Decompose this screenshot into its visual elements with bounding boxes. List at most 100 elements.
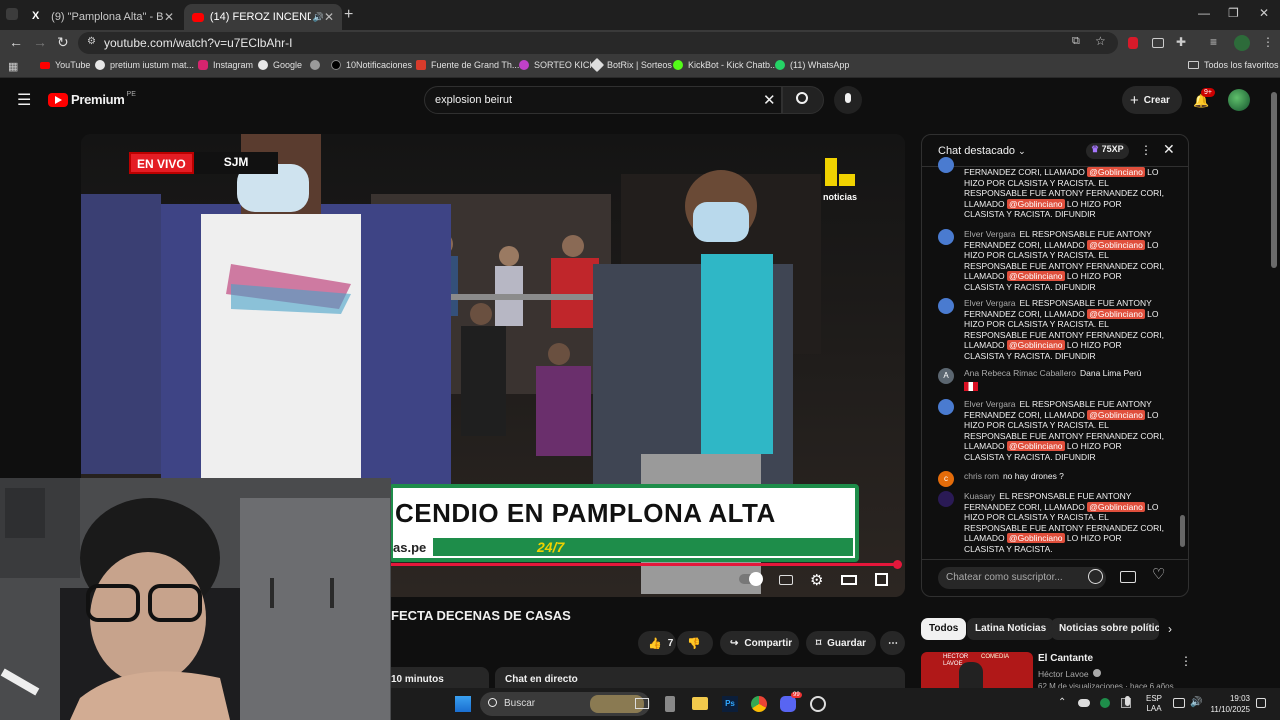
- windows-start-icon[interactable]: [455, 696, 471, 712]
- chat-author[interactable]: chris rom: [964, 471, 999, 481]
- bookmark-google[interactable]: Google: [258, 60, 302, 70]
- recommended-channel[interactable]: Héctor Lavoe: [1038, 669, 1101, 679]
- youtube-premium-logo[interactable]: Premium PE: [48, 91, 136, 107]
- chat-author[interactable]: Kuasary: [964, 491, 995, 501]
- emoji-icon[interactable]: [1088, 569, 1103, 584]
- bookmark-pretium[interactable]: pretium iustum mat...: [95, 60, 194, 70]
- onedrive-icon[interactable]: [1078, 699, 1090, 707]
- close-icon[interactable]: ✕: [324, 10, 334, 24]
- chat-input[interactable]: Chatear como suscriptor...: [938, 567, 1106, 589]
- volume-icon[interactable]: 🔊: [1190, 697, 1202, 708]
- create-button[interactable]: + Crear: [1122, 86, 1182, 114]
- clock[interactable]: 19:03 11/10/2025: [1210, 693, 1250, 715]
- minimize-button[interactable]: —: [1198, 6, 1210, 20]
- profile-avatar[interactable]: [1234, 35, 1250, 51]
- more-actions-button[interactable]: ⋯: [880, 631, 905, 655]
- like-button[interactable]: 👍 7: [638, 631, 676, 655]
- close-chat-icon[interactable]: ✕: [1163, 141, 1175, 158]
- app-icon[interactable]: [810, 696, 826, 712]
- new-tab-button[interactable]: +: [344, 6, 353, 24]
- all-favorites-folder[interactable]: Todos los favoritos: [1188, 60, 1279, 70]
- discord-icon[interactable]: [780, 696, 796, 712]
- media-control-icon[interactable]: ≡: [1210, 35, 1217, 49]
- xp-badge[interactable]: ♛ 75XP: [1086, 143, 1129, 159]
- fullscreen-icon[interactable]: [875, 573, 888, 586]
- puzzle-extensions-icon[interactable]: ✚: [1176, 35, 1186, 49]
- recommended-thumbnail[interactable]: HECTOR LAVOE COMEDIA: [921, 652, 1033, 688]
- mention-tag[interactable]: @Goblinciano: [1087, 308, 1145, 319]
- bookmark-botrix[interactable]: BotRix | Sorteos: [589, 57, 672, 73]
- mention-tag[interactable]: @Goblinciano: [1007, 441, 1065, 452]
- mention-tag[interactable]: @Goblinciano: [1087, 409, 1145, 420]
- tray-mic-icon[interactable]: [1125, 696, 1130, 706]
- scrubber-handle[interactable]: [893, 560, 902, 569]
- bookmark-star-icon[interactable]: ☆: [1095, 34, 1106, 48]
- apps-grid-icon[interactable]: ▦: [8, 60, 18, 73]
- share-button[interactable]: ↪ Compartir: [720, 631, 799, 655]
- bookmark-sorteo-kick[interactable]: SORTEO KICK: [519, 60, 595, 70]
- voice-search-button[interactable]: [834, 86, 862, 114]
- recommended-title[interactable]: El Cantante: [1038, 653, 1093, 664]
- bookmark-youtube[interactable]: YouTube: [40, 60, 90, 70]
- chat-author[interactable]: Elver Vergara: [964, 399, 1016, 409]
- chat-scrollbar[interactable]: [1180, 515, 1185, 547]
- file-explorer-icon[interactable]: [692, 697, 708, 710]
- chat-menu-icon[interactable]: ⋮: [1140, 143, 1152, 157]
- wifi-icon[interactable]: [1173, 698, 1185, 708]
- chrome-icon[interactable]: [751, 696, 767, 712]
- tab-search-icon[interactable]: [6, 8, 18, 20]
- subtitles-icon[interactable]: [779, 575, 793, 585]
- clear-search-icon[interactable]: ✕: [763, 91, 776, 109]
- account-avatar[interactable]: [1228, 89, 1250, 111]
- notifications-button[interactable]: 🔔 9+: [1193, 88, 1215, 110]
- extension-icon[interactable]: [1152, 38, 1164, 48]
- mention-tag[interactable]: @Goblinciano: [1007, 198, 1065, 209]
- close-window-button[interactable]: ✕: [1259, 6, 1269, 20]
- chip-latina-noticias[interactable]: Latina Noticias: [967, 618, 1055, 640]
- chat-author[interactable]: Elver Vergara: [964, 298, 1016, 308]
- mention-tag[interactable]: @Goblinciano: [1007, 533, 1065, 544]
- bookmark-10notificaciones[interactable]: 10Notificaciones: [331, 60, 412, 70]
- search-button[interactable]: [782, 86, 824, 114]
- save-button[interactable]: ⌑ Guardar: [806, 631, 876, 655]
- address-bar[interactable]: ⚙ youtube.com/watch?v=u7EClbAhr-I ⧉ ☆: [78, 32, 1118, 54]
- chat-author[interactable]: Elver Vergara: [964, 229, 1016, 239]
- theater-mode-icon[interactable]: [841, 575, 857, 585]
- extension-red-icon[interactable]: [1128, 37, 1138, 49]
- tab-youtube-video[interactable]: (14) FEROZ INCENDIO EN S 🔊 ✕: [184, 4, 342, 30]
- close-icon[interactable]: ✕: [164, 10, 174, 24]
- tab-x-search[interactable]: X (9) "Pamplona Alta" - Buscar / X ✕: [24, 4, 182, 30]
- back-arrow-icon[interactable]: ←: [9, 34, 23, 50]
- hamburger-menu-icon[interactable]: ☰: [17, 90, 31, 110]
- bookmark-whatsapp[interactable]: (11) WhatsApp: [775, 60, 849, 70]
- tray-chevron-up-icon[interactable]: ⌃: [1058, 697, 1066, 708]
- mention-tag[interactable]: @Goblinciano: [1087, 167, 1145, 177]
- dislike-button[interactable]: 👎: [677, 631, 713, 655]
- forward-arrow-icon[interactable]: →: [33, 34, 47, 50]
- mention-tag[interactable]: @Goblinciano: [1007, 271, 1065, 282]
- install-app-icon[interactable]: ⧉: [1072, 35, 1080, 48]
- bookmark-instagram[interactable]: Instagram: [198, 60, 253, 70]
- reload-icon[interactable]: ↻: [57, 34, 69, 51]
- notification-center-icon[interactable]: [1256, 698, 1266, 708]
- search-input[interactable]: explosion beirut ✕: [424, 86, 782, 114]
- browser-menu-icon[interactable]: ⋮: [1262, 35, 1274, 49]
- bookmark-grand-theft[interactable]: Fuente de Grand Th...: [416, 60, 519, 70]
- chips-next-icon[interactable]: ›: [1168, 622, 1172, 636]
- taskbar-search[interactable]: Buscar: [480, 692, 650, 716]
- app-icon[interactable]: [665, 696, 675, 712]
- autoplay-toggle[interactable]: [739, 572, 763, 586]
- chip-todos[interactable]: Todos: [921, 618, 967, 640]
- chip-politica[interactable]: Noticias sobre política: [1051, 618, 1159, 640]
- speaker-icon[interactable]: 🔊: [313, 12, 324, 23]
- tray-app-icon[interactable]: [1100, 698, 1110, 708]
- mention-tag[interactable]: @Goblinciano: [1087, 239, 1145, 250]
- maximize-button[interactable]: ❐: [1228, 6, 1239, 20]
- heart-icon[interactable]: ♡: [1152, 565, 1165, 583]
- chat-mode-dropdown[interactable]: Chat destacado ⌄: [938, 145, 1026, 157]
- chat-author[interactable]: Ana Rebeca Rimac Caballero: [964, 368, 1076, 378]
- language-label[interactable]: ESP LAA: [1146, 694, 1162, 714]
- settings-gear-icon[interactable]: ⚙: [810, 571, 823, 589]
- bookmark-kickbot[interactable]: KickBot - Kick Chatb...: [673, 60, 778, 70]
- task-view-icon[interactable]: [635, 698, 649, 709]
